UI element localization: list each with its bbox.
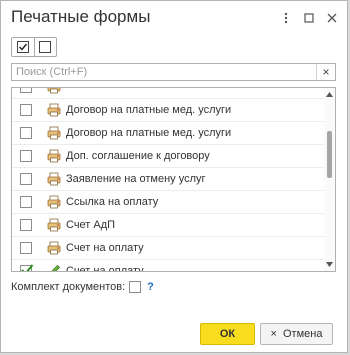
list-item-label: Счет на оплату: [66, 241, 144, 254]
list-item[interactable]: Доп. соглашение к договору: [12, 144, 324, 167]
list-item-label: Доп. соглашение к договору: [66, 149, 210, 162]
print-form-icon: [47, 103, 61, 117]
list-item[interactable]: Заявление на отмену услуг: [12, 167, 324, 190]
list-item[interactable]: Ссылка на оплату: [12, 190, 324, 213]
cancel-button-label: Отмена: [282, 328, 323, 340]
list-item-checkbox[interactable]: [20, 149, 32, 162]
list-item-label: Договор на платные мед. услуги: [66, 126, 232, 139]
list-item-checkbox[interactable]: [20, 126, 32, 139]
print-form-icon: [47, 241, 61, 255]
list-scrollbar[interactable]: [324, 88, 335, 271]
print-form-icon: [47, 218, 61, 232]
list-item[interactable]: Счет на оплату: [12, 236, 324, 259]
list-item[interactable]: Счет на оплату: [12, 259, 324, 272]
list-item[interactable]: [12, 88, 324, 98]
list-item[interactable]: Договор на платные мед. услуги: [12, 121, 324, 144]
list-item[interactable]: Договор на платные мед. услуги: [12, 98, 324, 121]
scroll-down-icon[interactable]: [324, 259, 335, 270]
print-form-icon: [47, 88, 61, 94]
list-item-label: Счет на оплату: [66, 264, 144, 272]
pencil-icon: [47, 264, 61, 271]
list-item-checkbox[interactable]: [20, 195, 32, 208]
scroll-thumb[interactable]: [327, 131, 332, 178]
close-icon[interactable]: [323, 9, 341, 27]
list-item-label: Заявление на отмену услуг: [66, 172, 206, 185]
list-item-checkbox[interactable]: [20, 263, 34, 271]
list-item[interactable]: Счет АдП: [12, 213, 324, 236]
unchecked-box-icon: [39, 41, 52, 53]
list-item-checkbox[interactable]: [20, 172, 32, 185]
list-item-checkbox[interactable]: [20, 88, 32, 93]
ok-button[interactable]: ОК: [200, 323, 255, 345]
scroll-up-icon[interactable]: [324, 89, 335, 100]
clear-search-icon[interactable]: ×: [316, 64, 335, 80]
search-box: ×: [11, 63, 336, 81]
cancel-button[interactable]: × Отмена: [260, 323, 333, 345]
print-form-icon: [47, 172, 61, 186]
document-kit-option: Комплект документов: ?: [11, 280, 154, 294]
check-toggle-group: [11, 37, 57, 57]
cancel-icon: ×: [270, 328, 277, 340]
help-icon[interactable]: ?: [147, 281, 154, 293]
dialog-title: Печатные формы: [11, 7, 151, 26]
check-all-button[interactable]: [12, 38, 34, 56]
list-item-label: Счет АдП: [66, 218, 116, 231]
search-input[interactable]: [12, 64, 316, 80]
document-kit-checkbox[interactable]: [129, 281, 142, 293]
print-form-icon: [47, 195, 61, 209]
print-form-icon: [47, 149, 61, 163]
list-item-checkbox[interactable]: [20, 103, 32, 116]
print-forms-list: Договор на платные мед. услуги Договор на…: [11, 87, 336, 272]
print-forms-dialog: Печатные формы × Договор на платные мед.…: [0, 0, 348, 353]
list-item-label: Ссылка на оплату: [66, 195, 159, 208]
ok-button-label: ОК: [219, 328, 236, 340]
list-item-checkbox[interactable]: [20, 218, 32, 231]
checked-box-icon: [16, 41, 29, 53]
print-form-icon: [47, 126, 61, 140]
list-item-checkbox[interactable]: [20, 241, 32, 254]
more-menu-icon[interactable]: [277, 9, 295, 27]
uncheck-all-button[interactable]: [33, 38, 57, 56]
list-item-label: Договор на платные мед. услуги: [66, 103, 232, 116]
document-kit-label: Комплект документов:: [11, 281, 126, 293]
maximize-icon[interactable]: [300, 9, 318, 27]
